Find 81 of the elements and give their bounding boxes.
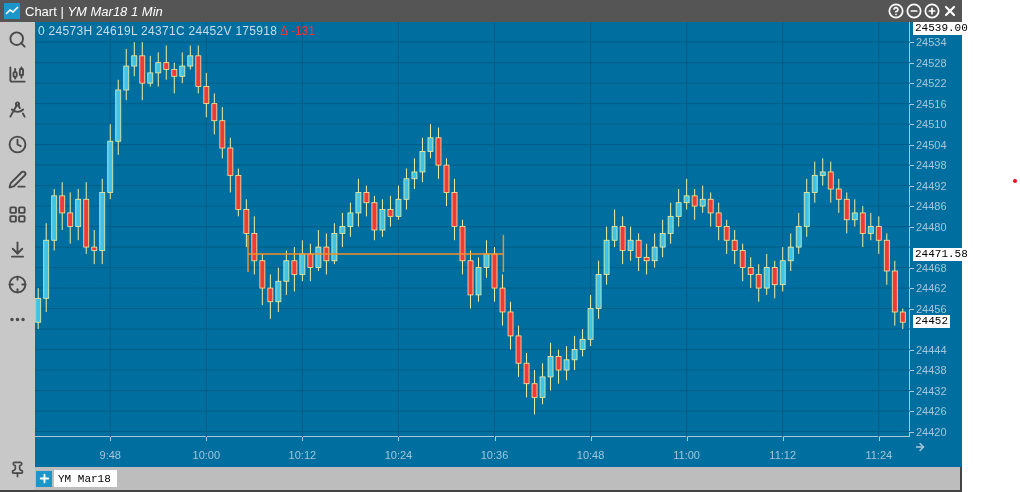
price-label: 24539.00 (913, 22, 970, 35)
price-label: 24471.58 (913, 248, 970, 262)
chart-app-icon (4, 3, 20, 19)
price-tick-label: 24456 (916, 302, 947, 315)
candlestick (131, 41, 138, 77)
price-tick-label: 24492 (916, 179, 947, 192)
candlestick (155, 51, 162, 88)
candlestick (875, 215, 882, 255)
price-tick-label: 24432 (916, 384, 947, 397)
candlestick (171, 62, 178, 94)
time-tick-label: 10:48 (576, 449, 605, 461)
candlestick (163, 45, 170, 81)
candlestick (859, 205, 866, 248)
price-tick-label: 24480 (916, 220, 947, 233)
price-change: Δ -131 (280, 24, 315, 38)
price-tick-label: 24504 (916, 138, 947, 151)
candlestick (779, 246, 786, 292)
symbol-tab[interactable]: YM Mar18 (54, 470, 117, 487)
candlestick (211, 92, 218, 135)
candlestick (707, 191, 714, 228)
candlestick (811, 161, 818, 204)
candlestick (899, 308, 906, 330)
price-tick-label: 24498 (916, 159, 947, 172)
help-button[interactable] (888, 3, 904, 19)
price-label: 24452 (913, 315, 950, 329)
time-tick-label: 10:36 (480, 449, 509, 461)
candlestick (187, 45, 194, 70)
arrow-right-icon[interactable] (914, 441, 926, 453)
time-tick-label: 10:24 (384, 449, 413, 461)
ohlc-readout: 0 24573H 24619L 24371C 24452V 175918 (38, 24, 278, 38)
window-title: Chart | YM Mar18 1 Min (25, 3, 163, 19)
add-tab-button[interactable] (36, 470, 52, 487)
candlestick (147, 55, 154, 88)
price-tick-label: 24426 (916, 405, 947, 418)
price-tick-label: 24462 (916, 282, 947, 295)
candlestick (771, 260, 778, 299)
measure-line[interactable] (245, 233, 506, 275)
candlestick (35, 287, 42, 330)
time-tick-label: 10:00 (192, 449, 221, 461)
price-tick-label: 24444 (916, 343, 947, 356)
time-tick-label: 11:24 (865, 449, 893, 461)
candlestick (699, 185, 706, 214)
close-button[interactable] (942, 3, 958, 19)
candlestick (91, 229, 98, 265)
candlestick (755, 263, 762, 303)
candlestick (67, 191, 74, 245)
price-tick-label: 24528 (916, 56, 947, 69)
price-tick-label: 24420 (916, 425, 947, 438)
candlestick (763, 253, 770, 296)
candlestick (795, 212, 802, 255)
candlestick (851, 198, 858, 228)
price-tick-label: 24510 (916, 118, 947, 131)
candlestick (835, 178, 842, 214)
candlestick (123, 48, 130, 101)
candlestick (179, 51, 186, 84)
candlestick (747, 256, 754, 289)
price-tick-label: 24438 (916, 364, 947, 377)
candlestick (867, 212, 874, 241)
candlestick (819, 157, 826, 187)
price-tick-label: 24468 (916, 261, 947, 274)
time-tick-label: 9:48 (99, 449, 121, 461)
price-tick-label: 24486 (916, 200, 947, 213)
candlestick (691, 188, 698, 221)
candlestick (843, 191, 850, 234)
candlestick (739, 243, 746, 282)
time-tick-label: 11:12 (769, 449, 797, 461)
marker-dot (1013, 179, 1017, 183)
price-tick-label: 24522 (916, 77, 947, 90)
candlestick (203, 72, 210, 118)
candlestick (723, 219, 730, 255)
candlestick (731, 229, 738, 265)
minimize-button[interactable] (906, 3, 922, 19)
candlestick (787, 232, 794, 272)
price-tick-label: 24534 (916, 36, 947, 49)
candlestick (715, 202, 722, 241)
candlestick (827, 161, 834, 204)
candlestick (59, 181, 66, 231)
time-tick-label: 11:00 (673, 449, 700, 461)
time-tick-label: 10:12 (288, 449, 317, 461)
maximize-button[interactable] (924, 3, 940, 19)
price-tick-label: 24516 (916, 97, 947, 110)
